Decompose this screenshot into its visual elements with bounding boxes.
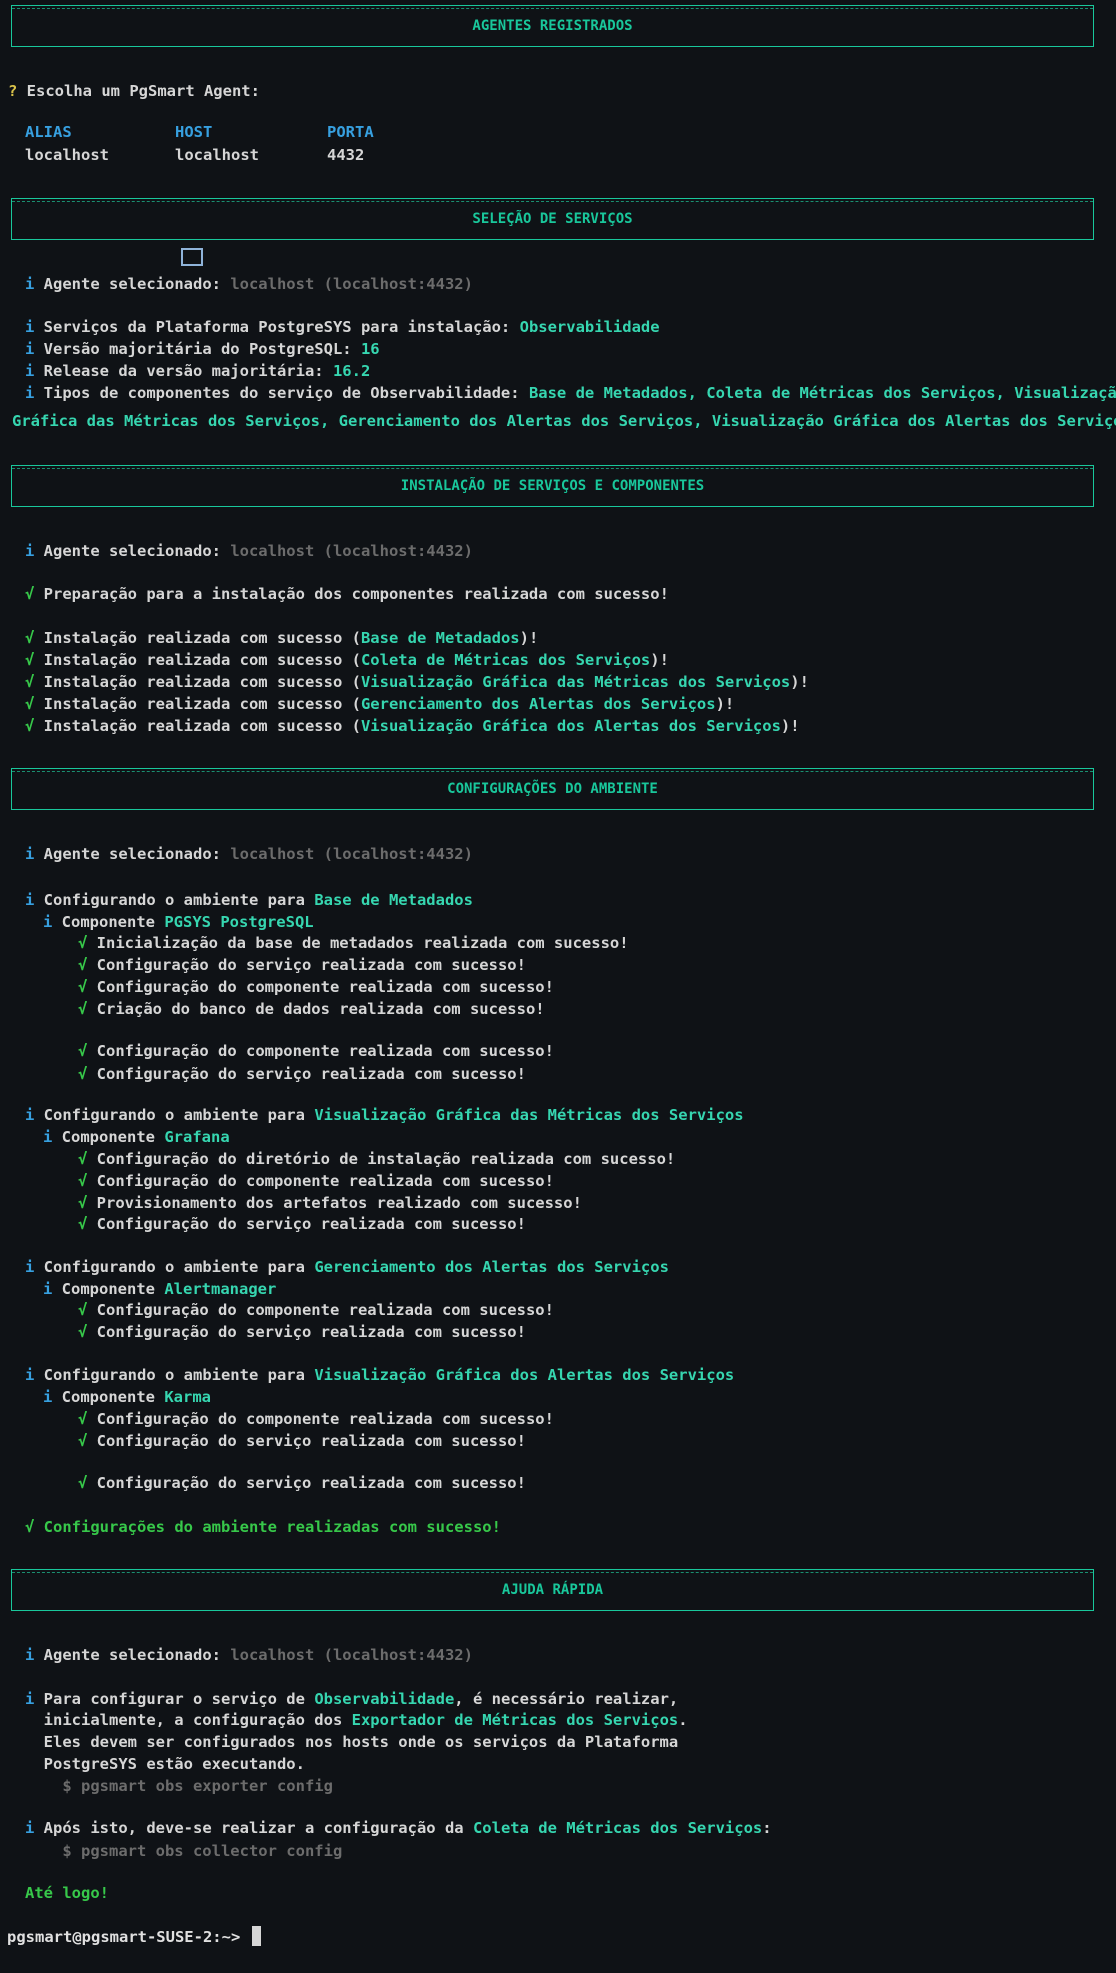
config-step: √ Configuração do serviço realizada com … (78, 956, 526, 974)
section-install: INSTALAÇÃO DE SERVIÇOS E COMPONENTES (11, 465, 1094, 507)
config-step: √ Configuração do componente realizada c… (78, 1042, 554, 1060)
col-alias: ALIAS (25, 123, 72, 141)
help-p1a: i Para configurar o serviço de Observabi… (25, 1690, 679, 1708)
shell-prompt[interactable]: pgsmart@pgsmart-SUSE-2:~> (7, 1926, 261, 1948)
terminal-window[interactable]: AGENTES REGISTRADOS ? Escolha um PgSmart… (0, 0, 1116, 1973)
agent-row-port[interactable]: 4432 (327, 144, 364, 166)
services-types: i Tipos de componentes do serviço de Obs… (25, 384, 1116, 402)
config-step: √ Configuração do serviço realizada com … (78, 1215, 526, 1233)
col-host: HOST (175, 123, 213, 141)
config-step: √ Configuração do serviço realizada com … (78, 1065, 526, 1083)
install-item: √ Instalação realizada com sucesso (Gere… (25, 695, 735, 713)
help-cmd-collector: $ pgsmart obs collector config (25, 1842, 343, 1860)
config-step: √ Configuração do componente realizada c… (78, 1301, 554, 1319)
config-final: √ Configurações do ambiente realizadas c… (25, 1518, 501, 1536)
install-item: √ Instalação realizada com sucesso (Visu… (25, 673, 809, 691)
config-env-metadata: i Configurando o ambiente para Base de M… (25, 891, 473, 909)
config-comp-pgsys: i Componente PGSYS PostgreSQL (43, 913, 314, 931)
section-registered-agents: AGENTES REGISTRADOS (11, 5, 1094, 47)
help-bye: Até logo! (25, 1884, 109, 1902)
col-porta: PORTA (327, 123, 374, 141)
config-comp-grafana: i Componente Grafana (43, 1128, 230, 1146)
services-agent: i Agente selecionado: localhost (localho… (25, 275, 473, 293)
config-step: √ Inicialização da base de metadados rea… (78, 934, 629, 952)
config-comp-karma: i Componente Karma (43, 1388, 211, 1406)
config-step: √ Configuração do componente realizada c… (78, 978, 554, 996)
services-release: i Release da versão majoritária: 16.2 (25, 362, 371, 380)
install-item: √ Instalação realizada com sucesso (Base… (25, 629, 539, 647)
install-agent: i Agente selecionado: localhost (localho… (25, 542, 473, 560)
services-types-cont: Gráfica das Métricas dos Serviços, Geren… (12, 412, 1116, 430)
config-step: √ Configuração do componente realizada c… (78, 1410, 554, 1428)
help-cmd-exporter: $ pgsmart obs exporter config (25, 1777, 333, 1795)
services-pg-version: i Versão majoritária do PostgreSQL: 16 (25, 340, 380, 358)
config-step: √ Configuração do serviço realizada com … (78, 1323, 526, 1341)
section-help: AJUDA RÁPIDA (11, 1569, 1094, 1611)
config-step: √ Criação do banco de dados realizada co… (78, 1000, 545, 1018)
selection-box (181, 248, 203, 266)
config-step: √ Configuração do serviço realizada com … (78, 1432, 526, 1450)
config-step: √ Configuração do diretório de instalaçã… (78, 1150, 676, 1168)
text-cursor (251, 1926, 261, 1946)
install-prep: √ Preparação para a instalação dos compo… (25, 585, 669, 603)
section-config: CONFIGURAÇÕES DO AMBIENTE (11, 768, 1094, 810)
help-p2a: i Após isto, deve-se realizar a configur… (25, 1819, 772, 1837)
agent-row-host[interactable]: localhost (175, 144, 259, 166)
services-platform: i Serviços da Plataforma PostgreSYS para… (25, 318, 660, 336)
help-p1d: PostgreSYS estão executando. (25, 1755, 305, 1773)
help-p1b: inicialmente, a configuração dos Exporta… (25, 1711, 688, 1729)
config-env-karma: i Configurando o ambiente para Visualiza… (25, 1366, 735, 1384)
config-agent: i Agente selecionado: localhost (localho… (25, 845, 473, 863)
help-p1c: Eles devem ser configurados nos hosts on… (25, 1733, 679, 1751)
help-agent: i Agente selecionado: localhost (localho… (25, 1646, 473, 1664)
agent-row-alias[interactable]: localhost (25, 144, 109, 166)
install-item: √ Instalação realizada com sucesso (Visu… (25, 717, 800, 735)
config-env-alertmanager: i Configurando o ambiente para Gerenciam… (25, 1258, 669, 1276)
section-services: SELEÇÃO DE SERVIÇOS (11, 198, 1094, 240)
config-step: √ Configuração do componente realizada c… (78, 1172, 554, 1190)
config-step: √ Configuração do serviço realizada com … (78, 1474, 526, 1492)
config-step: √ Provisionamento dos artefatos realizad… (78, 1194, 582, 1212)
install-item: √ Instalação realizada com sucesso (Cole… (25, 651, 669, 669)
config-env-grafana: i Configurando o ambiente para Visualiza… (25, 1106, 744, 1124)
config-comp-alertmanager: i Componente Alertmanager (43, 1280, 277, 1298)
agent-prompt: ? Escolha um PgSmart Agent: (8, 82, 260, 100)
